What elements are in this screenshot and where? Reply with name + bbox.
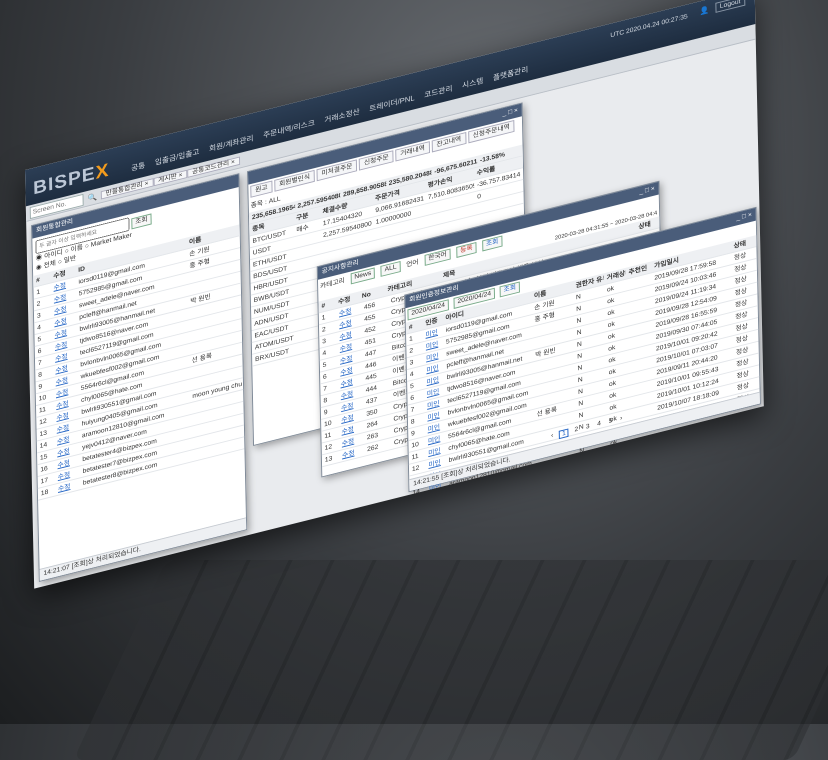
user-icon[interactable]: 👤	[700, 5, 710, 16]
column-header: #	[321, 302, 326, 310]
table-cell: 7	[410, 406, 415, 414]
table-cell	[628, 373, 654, 379]
page-button[interactable]: ›	[618, 415, 624, 425]
table-cell	[294, 248, 321, 255]
table-cell	[626, 279, 652, 285]
table-cell: 12	[411, 464, 420, 473]
table-cell	[735, 418, 761, 424]
app-screen: BISPEX 공통 입출금/입출고 회원/계좌관리 주문내역/리스크 거래소정산 트레이더…	[25, 0, 764, 589]
table-cell	[628, 362, 654, 368]
table-cell	[629, 409, 655, 415]
table-cell	[630, 444, 656, 450]
table-cell	[626, 302, 652, 308]
member-window: 회원통합관리 조회 ◉ 아이디 ○ 이름 ○ Market Maker ◉ 전체…	[31, 173, 248, 582]
radio-name[interactable]: 이름	[71, 244, 84, 253]
table-cell: 5	[410, 382, 414, 390]
table-cell: N	[579, 458, 585, 467]
utc-clock: UTC 2020.04.24 00:27:35	[610, 13, 688, 40]
table-cell: 4	[409, 370, 414, 379]
lang-label: 언어	[406, 259, 419, 269]
member-search-button[interactable]: 조회	[131, 213, 152, 229]
menu-item[interactable]: 회원/계좌관리	[209, 133, 254, 154]
table-cell: 11	[411, 452, 419, 461]
table-cell	[626, 291, 652, 297]
menu-item[interactable]: 입출금/입출고	[155, 147, 200, 168]
table-cell	[629, 397, 655, 403]
table-cell: 8	[410, 418, 415, 426]
table-cell	[628, 385, 654, 391]
table-cell	[535, 464, 577, 474]
table-cell: 9	[411, 429, 415, 438]
table-cell: ok	[610, 450, 618, 459]
search-icon[interactable]: 🔍	[87, 192, 97, 203]
table-cell: 15	[412, 499, 421, 509]
table-cell: 10	[411, 440, 419, 449]
table-cell: 3	[409, 358, 414, 367]
menu-item[interactable]: 거래소정산	[324, 106, 360, 125]
menu-item[interactable]: 공통	[131, 160, 145, 174]
menu-item[interactable]: 플랫폼관리	[493, 64, 529, 83]
table-cell	[627, 326, 653, 332]
logout-button[interactable]: Logout	[714, 0, 746, 14]
user-area: 👤 Logout	[700, 0, 746, 17]
table-cell	[627, 338, 653, 344]
filter-all[interactable]: 전체	[44, 260, 57, 269]
table-cell	[628, 350, 654, 356]
table-cell	[294, 236, 321, 243]
filter-normal[interactable]: 일반	[64, 255, 77, 264]
table-cell: 2	[409, 347, 414, 355]
radio-id[interactable]: 아이디	[44, 249, 63, 260]
table-cell: 18	[40, 488, 49, 497]
column-header: #	[408, 323, 413, 331]
table-cell: 1	[408, 335, 413, 343]
table-cell: 13	[324, 455, 333, 464]
page-button[interactable]: ‹	[549, 432, 555, 442]
menu-item[interactable]: 시스템	[462, 76, 483, 91]
keyboard-backdrop	[73, 560, 828, 760]
table-cell	[627, 314, 653, 320]
menu-item[interactable]: 코드관리	[424, 83, 452, 100]
table-cell[interactable]: 미인	[426, 492, 446, 506]
table-cell: 6	[410, 394, 415, 402]
